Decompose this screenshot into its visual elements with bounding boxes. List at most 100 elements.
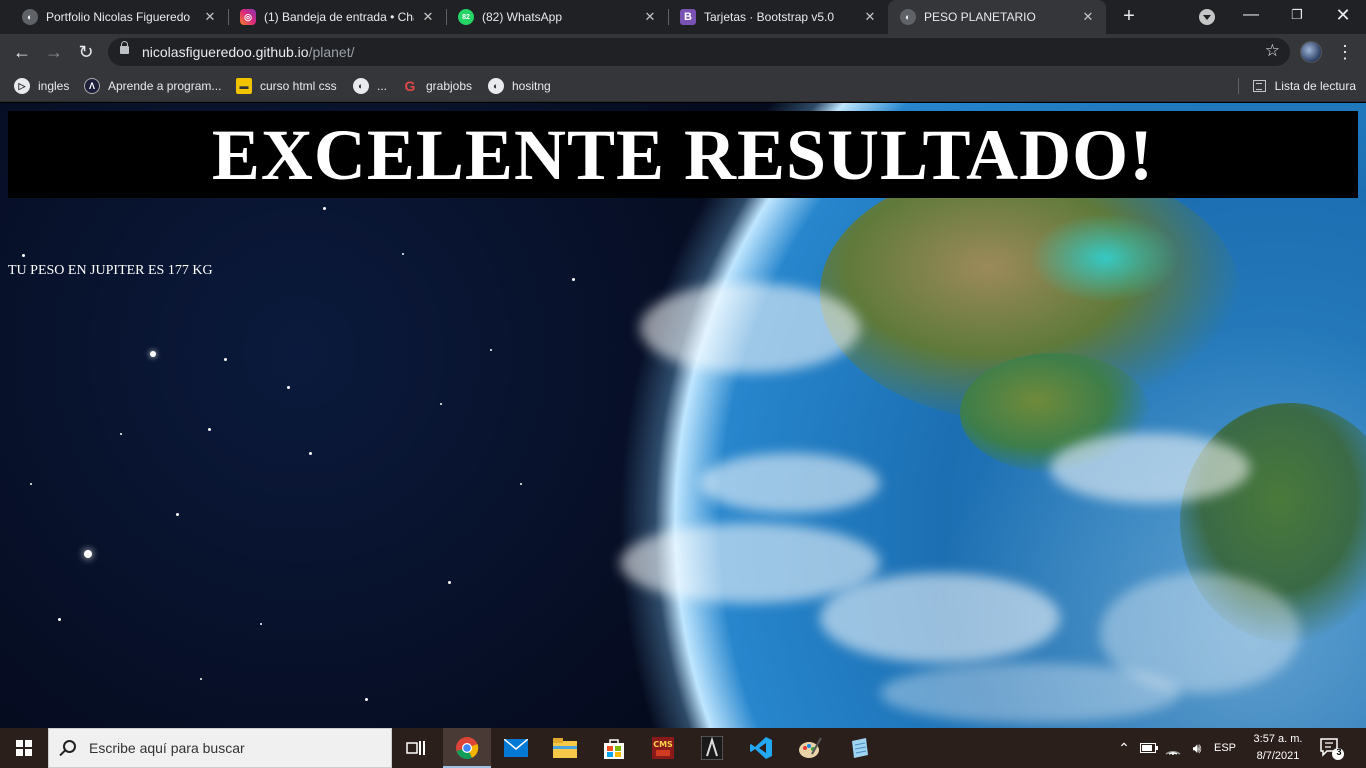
show-hidden-icons-button[interactable]: ⌃ [1114,728,1134,768]
search-icon [63,740,76,753]
taskbar-chrome[interactable] [443,728,491,768]
task-view-button[interactable] [392,728,440,768]
cloud [620,523,880,603]
folder-icon: ▬ [236,78,252,94]
close-tab-icon[interactable]: ✕ [642,9,658,25]
taskbar-paint[interactable] [786,728,834,768]
restore-button[interactable]: ❐ [1274,0,1320,30]
tab-whatsapp[interactable]: 82 (82) WhatsApp ✕ [446,0,668,34]
browser-toolbar: ← → ↻ nicolasfigueredoo.github.io/planet… [0,34,1366,70]
action-center-button[interactable]: 3 [1318,736,1344,760]
cloud [820,573,1060,663]
bookmarks-divider [1238,78,1239,94]
bookmark-ellipsis[interactable]: ◐ ... [353,77,387,95]
taskbar-game-app[interactable] [688,728,736,768]
globe-icon: ◐ [488,78,504,94]
tab-search-icon[interactable] [1199,9,1215,25]
taskbar-store[interactable] [590,728,638,768]
forward-button[interactable]: → [42,40,66,64]
star [58,618,61,621]
bookmark-grabjobs[interactable]: G grabjobs [402,77,472,95]
clock-time: 3:57 a. m. [1253,733,1303,745]
star [365,698,368,701]
tab-peso-planetario[interactable]: ◐ PESO PLANETARIO ✕ [888,0,1106,34]
star [120,433,122,435]
vscode-icon [750,737,772,759]
bookmark-aprende[interactable]: Λ Aprende a program... [84,77,221,95]
close-window-button[interactable]: ✕ [1320,0,1366,30]
lock-icon[interactable] [120,41,129,54]
instagram-icon: ◎ [240,9,256,25]
result-banner: EXCELENTE RESULTADO! [8,111,1358,198]
svg-text:CMS: CMS [653,740,673,749]
globe-icon: ◐ [900,9,916,25]
more-menu-icon[interactable]: ⋮ [1336,40,1354,64]
folder-icon [553,738,577,758]
star [323,207,326,210]
close-tab-icon[interactable]: ✕ [202,9,218,25]
start-button[interactable] [0,728,48,768]
globe-icon: ◐ [22,9,38,25]
tab-instagram[interactable]: ◎ (1) Bandeja de entrada • Chat ✕ [228,0,446,34]
page-viewport: EXCELENTE RESULTADO! TU PESO EN JUPITER … [0,103,1366,728]
star [260,623,262,625]
tab-strip: ◐ Portfolio Nicolas Figueredo ✕ ◎ (1) Ba… [0,0,1366,34]
taskbar-vscode[interactable] [737,728,785,768]
bookmark-star-icon[interactable]: ☆ [1265,41,1280,61]
bookmarks-bar: ▷ ingles Λ Aprende a program... ▬ curso … [0,70,1366,102]
reading-list-button[interactable]: Lista de lectura [1252,77,1356,95]
star [448,581,451,584]
star [224,358,227,361]
new-tab-button[interactable]: + [1118,5,1140,27]
star [287,386,290,389]
chrome-icon [456,737,479,759]
tab-bootstrap[interactable]: B Tarjetas · Bootstrap v5.0 ✕ [668,0,888,34]
battery-icon[interactable] [1138,728,1160,768]
reading-list-icon [1252,80,1266,92]
page-title: EXCELENTE RESULTADO! [211,114,1155,195]
play-icon: ▷ [14,78,30,94]
profile-avatar[interactable] [1300,41,1322,63]
reload-button[interactable]: ↻ [74,40,98,64]
taskbar-notepad[interactable] [835,728,883,768]
star [490,349,492,351]
taskbar-search-box[interactable]: Escribe aquí para buscar [48,728,392,768]
input-language-indicator[interactable]: ESP [1210,728,1240,768]
cloud [640,283,860,373]
volume-icon[interactable]: 🔊︎ [1186,728,1208,768]
star [309,452,312,455]
clock[interactable]: 3:57 a. m. 8/7/2021 [1242,731,1314,765]
tab-portfolio[interactable]: ◐ Portfolio Nicolas Figueredo ✕ [10,0,228,34]
back-button[interactable]: ← [10,40,34,64]
bookmark-hositng[interactable]: ◐ hositng [488,77,551,95]
star [150,351,156,357]
taskbar-mail[interactable] [492,728,540,768]
whatsapp-icon: 82 [458,9,474,25]
cloud [1050,433,1250,503]
notification-count: 3 [1336,747,1342,757]
address-bar[interactable]: nicolasfigueredoo.github.io/planet/ ☆ [108,38,1290,66]
code-icon: Λ [84,78,100,94]
close-tab-icon[interactable]: ✕ [1080,9,1096,25]
bookmark-curso-html[interactable]: ▬ curso html css [236,77,337,95]
windows-taskbar: Escribe aquí para buscar CMS ⌃ 🔊︎ ESP 3:… [0,728,1366,768]
url-text[interactable]: nicolasfigueredoo.github.io/planet/ [142,44,355,60]
notepad-icon [852,738,868,758]
gulf-shallows [1030,213,1180,303]
star [84,550,92,558]
cloud [880,663,1180,723]
close-tab-icon[interactable]: ✕ [420,9,436,25]
minimize-button[interactable]: — [1228,0,1274,30]
bookmark-ingles[interactable]: ▷ ingles [14,77,69,95]
paint-icon [799,737,822,758]
star [402,253,404,255]
taskbar-file-explorer[interactable] [541,728,589,768]
star [30,483,32,485]
taskbar-cms-app[interactable]: CMS [639,728,687,768]
star [176,513,179,516]
wifi-icon[interactable] [1162,728,1184,768]
close-tab-icon[interactable]: ✕ [862,9,878,25]
star [572,278,575,281]
windows-logo-icon [16,740,32,756]
star [520,483,522,485]
